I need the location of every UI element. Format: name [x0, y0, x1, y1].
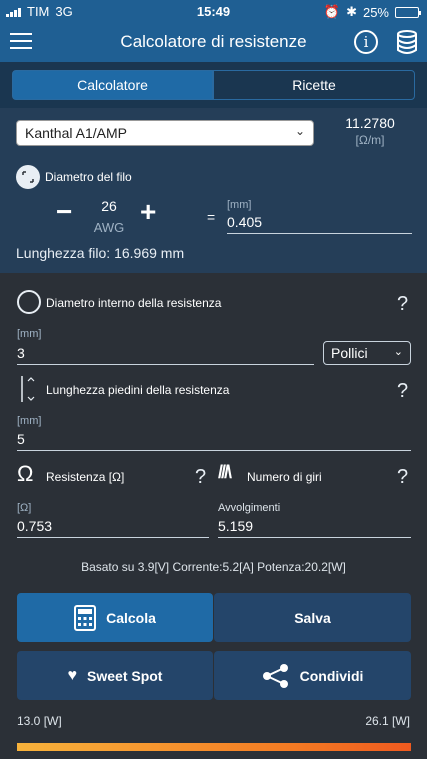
leg-length-icon: [21, 376, 35, 402]
power-max: 26.1 [W]: [365, 714, 410, 728]
inner-diameter-label: Diametro interno della resistenza: [46, 296, 222, 310]
coils-icon: ///\: [218, 462, 232, 482]
power-range-bar: [17, 743, 411, 751]
resistance-unit: [Ω]: [17, 502, 32, 514]
leg-length-unit: [mm]: [17, 415, 42, 427]
alarm-icon: ⏰: [323, 4, 341, 19]
resistance-underline: [17, 537, 209, 538]
chevron-down-icon: ⌄: [393, 346, 403, 358]
calculate-button[interactable]: Calcola: [17, 593, 213, 642]
resistivity-unit: [Ω/m]: [355, 133, 385, 147]
sweet-spot-label: Sweet Spot: [87, 667, 163, 684]
save-label: Salva: [294, 609, 331, 626]
wire-panel: Kanthal A1/AMP ⌄ 11.2780 [Ω/m] Diametro …: [0, 108, 427, 273]
decrement-button[interactable]: −: [56, 198, 72, 226]
database-icon[interactable]: [396, 30, 418, 54]
status-right: ⏰ ✱ 25%: [323, 4, 421, 20]
calculator-icon: [74, 604, 97, 631]
wire-mm-underline: [227, 233, 412, 234]
main-panel: Diametro interno della resistenza ? [mm]…: [0, 273, 427, 759]
resistivity-value: 11.2780: [345, 115, 395, 131]
status-bar: TIM 3G 15:49 ⏰ ✱ 25%: [0, 0, 427, 22]
resistance-help-icon[interactable]: ?: [195, 466, 206, 489]
leg-length-underline: [17, 450, 411, 451]
heart-icon: ♥: [67, 666, 78, 684]
battery-label: 25%: [362, 4, 389, 20]
wire-mm-input[interactable]: 0.405: [227, 214, 262, 230]
share-icon: [262, 663, 288, 688]
material-select[interactable]: Kanthal A1/AMP ⌄: [16, 120, 314, 146]
wire-mm-unit: [mm]: [227, 199, 252, 211]
inner-diameter-help-icon[interactable]: ?: [397, 293, 408, 316]
coils-underline: [218, 537, 411, 538]
inner-diameter-unit: [mm]: [17, 328, 42, 340]
unit-select-value: Pollici: [331, 345, 368, 361]
chevron-down-icon: ⌄: [294, 124, 305, 138]
inner-diameter-icon: [17, 290, 41, 314]
tab-bar: Calcolatore Ricette: [0, 62, 427, 108]
resistance-input[interactable]: 0.753: [17, 518, 52, 534]
increment-button[interactable]: +: [140, 198, 156, 226]
leg-length-help-icon[interactable]: ?: [397, 380, 408, 403]
power-min: 13.0 [W]: [17, 714, 62, 728]
share-button[interactable]: Condividi: [214, 651, 411, 700]
inner-diameter-input[interactable]: 3: [17, 345, 25, 361]
leg-length-label: Lunghezza piedini della resistenza: [46, 383, 230, 397]
info-icon[interactable]: i: [354, 30, 378, 54]
coils-label: Numero di giri: [247, 470, 322, 484]
awg-value: 26: [101, 198, 117, 214]
battery-icon: [395, 6, 421, 18]
coils-input[interactable]: 5.159: [218, 518, 253, 534]
wire-diameter-label: Diametro del filo: [45, 170, 132, 184]
omega-icon: Ω: [17, 461, 34, 486]
share-label: Condividi: [299, 667, 364, 684]
equals-sign: =: [207, 209, 216, 225]
save-button[interactable]: Salva: [214, 593, 411, 642]
unit-select[interactable]: Pollici ⌄: [323, 341, 411, 365]
bluetooth-icon: ✱: [346, 4, 357, 19]
summary-text: Basato su 3.9[V] Corrente:5.2[A] Potenza…: [81, 560, 346, 574]
awg-unit: AWG: [93, 220, 125, 235]
wire-diameter-icon: [16, 165, 40, 189]
leg-length-input[interactable]: 5: [17, 431, 25, 447]
tab-calcolatore[interactable]: Calcolatore: [12, 70, 213, 100]
coils-help-icon[interactable]: ?: [397, 466, 408, 489]
wire-length-text: Lunghezza filo: 16.969 mm: [16, 245, 185, 261]
inner-diameter-underline: [17, 364, 314, 365]
material-value: Kanthal A1/AMP: [25, 125, 127, 141]
app-header: Calcolatore di resistenze i: [0, 22, 427, 62]
calculate-label: Calcola: [106, 609, 156, 626]
tab-ricette[interactable]: Ricette: [213, 70, 415, 100]
resistance-label: Resistenza [Ω]: [46, 470, 125, 484]
sweet-spot-button[interactable]: ♥ Sweet Spot: [17, 651, 213, 700]
coils-unit: Avvolgimenti: [218, 502, 281, 514]
